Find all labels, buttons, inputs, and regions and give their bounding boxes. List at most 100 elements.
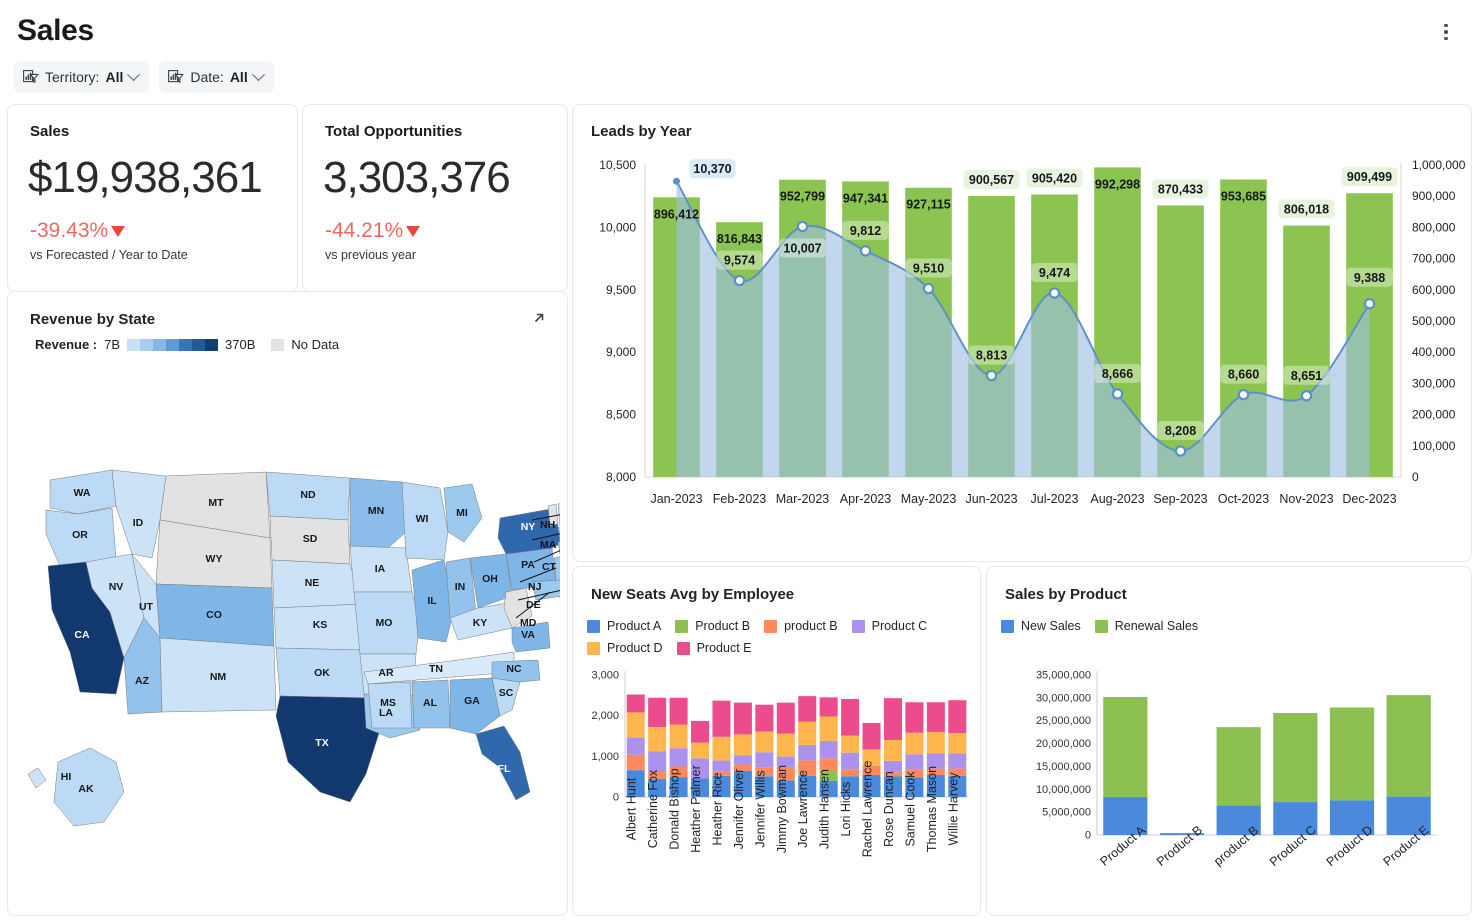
stacked-bar-segment[interactable] — [819, 697, 838, 717]
map-state-label-nj: NJ — [528, 581, 542, 593]
stacked-bar-segment[interactable] — [733, 755, 752, 765]
leads-line-marker[interactable] — [673, 177, 680, 185]
map-legend-nodata-swatch — [271, 338, 285, 351]
legend-item[interactable]: Product C — [851, 615, 927, 637]
stacked-bar-segment[interactable] — [948, 753, 967, 769]
stacked-bar-segment[interactable] — [1273, 712, 1318, 803]
stacked-bar-segment[interactable] — [1329, 707, 1375, 801]
leads-line-marker[interactable] — [1300, 390, 1313, 402]
stacked-bar-segment[interactable] — [776, 702, 795, 734]
stacked-bar-segment[interactable] — [798, 721, 817, 745]
stacked-bar-segment[interactable] — [648, 751, 667, 771]
map-state-tx[interactable] — [275, 695, 381, 803]
stacked-bar-segment[interactable] — [798, 744, 817, 761]
map-state-nh[interactable] — [557, 501, 569, 527]
legend-item[interactable]: New Sales — [1001, 615, 1081, 637]
stacked-bar-segment[interactable] — [862, 722, 881, 750]
stacked-bar-segment[interactable] — [883, 740, 902, 761]
legend-item[interactable]: Product D — [587, 637, 663, 659]
leads-line-marker[interactable] — [796, 220, 809, 233]
map-state-id[interactable] — [111, 469, 167, 559]
stacked-bar-segment[interactable] — [626, 712, 645, 738]
map-state-label-nh: NH — [540, 519, 555, 531]
stacked-bar-segment[interactable] — [926, 702, 945, 732]
stacked-bar-segment[interactable] — [1103, 696, 1148, 798]
kpi-card-total-opportunities[interactable]: Total Opportunities 3,303,376 -44.21% vs… — [302, 104, 568, 292]
stacked-bar-segment[interactable] — [819, 758, 838, 771]
stacked-bar-segment[interactable] — [948, 733, 967, 754]
stacked-bar-segment[interactable] — [883, 698, 902, 741]
stacked-bar-segment[interactable] — [841, 752, 860, 770]
stacked-bar-segment[interactable] — [905, 754, 924, 770]
leads-line-marker[interactable] — [1363, 298, 1376, 310]
leads-chart[interactable]: 8,000 8,500 9,000 9,500 10,000 10,500 0 100,000… — [573, 147, 1473, 557]
stacked-bar-segment[interactable] — [669, 748, 688, 767]
leads-line-label: 9,474 — [1039, 266, 1070, 280]
stacked-bar-segment[interactable] — [648, 727, 667, 752]
stacked-bar-segment[interactable] — [669, 724, 688, 749]
stacked-bar-segment[interactable] — [712, 700, 731, 737]
stacked-bar-segment[interactable] — [1386, 695, 1431, 797]
kpi-label-opportunities: Total Opportunities — [325, 123, 463, 140]
stacked-bar-segment[interactable] — [648, 697, 667, 728]
leads-line-marker[interactable] — [1174, 445, 1187, 457]
leads-line-marker[interactable] — [985, 369, 998, 382]
product-chart[interactable]: 0 5,000,000 10,000,000 15,000,000 20,000,000… — [987, 667, 1473, 912]
stacked-bar-segment[interactable] — [883, 760, 902, 773]
legend-item[interactable]: Renewal Sales — [1094, 615, 1199, 637]
legend-item[interactable]: Product E — [676, 637, 751, 659]
stacked-bar-segment[interactable] — [926, 731, 945, 754]
stacked-bar-segment[interactable] — [948, 700, 967, 734]
kebab-menu-icon[interactable] — [1437, 20, 1455, 44]
leads-line-marker[interactable] — [1111, 388, 1124, 400]
map-state-label-co: CO — [206, 609, 222, 621]
stacked-bar-segment[interactable] — [691, 742, 710, 759]
map-state-label-in: IN — [455, 581, 466, 593]
stacked-bar-segment[interactable] — [905, 702, 924, 733]
stacked-bar-segment[interactable] — [712, 736, 731, 761]
leads-line-marker[interactable] — [922, 282, 935, 295]
stacked-bar-segment[interactable] — [669, 697, 688, 725]
legend-label: Renewal Sales — [1114, 619, 1199, 633]
leads-line-marker[interactable] — [1237, 388, 1250, 401]
map-scale-swatch — [166, 338, 180, 351]
legend-item[interactable]: Product A — [587, 615, 661, 637]
map-state-label-nd: ND — [300, 489, 316, 501]
stacked-bar-segment[interactable] — [626, 694, 645, 713]
legend-item[interactable]: product B — [764, 615, 838, 637]
map-state-label-il: IL — [427, 595, 437, 607]
sales-by-product-card: Sales by Product New Sales Renewal Sales … — [986, 566, 1472, 916]
map-state-hi[interactable] — [27, 767, 47, 789]
stacked-bar-segment[interactable] — [733, 702, 752, 735]
filter-chip-date[interactable]: Date: All — [159, 61, 274, 93]
leads-line-marker[interactable] — [733, 274, 746, 287]
stacked-bar-segment[interactable] — [841, 698, 860, 736]
stacked-bar-segment[interactable] — [819, 716, 838, 741]
leads-line-marker[interactable] — [859, 245, 872, 257]
stacked-bar-segment[interactable] — [755, 704, 774, 732]
stacked-bar-segment[interactable] — [841, 735, 860, 753]
seats-chart[interactable]: 0 1,000 2,000 3,000 Albert Hunt Catherine Fox… — [573, 667, 982, 912]
legend-label: Product B — [695, 619, 751, 633]
legend-item[interactable]: Product B — [675, 615, 750, 637]
stacked-bar-segment[interactable] — [1216, 727, 1261, 806]
stacked-bar-segment[interactable] — [733, 734, 752, 756]
stacked-bar-segment[interactable] — [755, 731, 774, 753]
stacked-bar-segment[interactable] — [776, 733, 795, 757]
stacked-bar-segment[interactable] — [691, 720, 710, 743]
stacked-bar-segment[interactable] — [841, 769, 860, 777]
stacked-bar-segment[interactable] — [755, 752, 774, 768]
us-choropleth-map[interactable]: WA OR CA NV ID MT WY UT CO AZ NM ND SD NE KS OK TX MN IA MO… — [20, 462, 581, 902]
stacked-bar-segment[interactable] — [626, 754, 645, 771]
map-scale-swatch — [153, 338, 167, 351]
map-state-label-or: OR — [72, 529, 88, 541]
stacked-bar-segment[interactable] — [819, 740, 838, 759]
stacked-bar-segment[interactable] — [798, 696, 817, 722]
filter-chip-territory[interactable]: Territory: All — [14, 61, 150, 93]
kpi-card-sales[interactable]: Sales $19,938,361 -39.43% vs Forecasted … — [7, 104, 298, 292]
expand-arrow-icon[interactable] — [529, 308, 549, 328]
stacked-bar-segment[interactable] — [626, 737, 645, 755]
stacked-bar-segment[interactable] — [712, 760, 731, 772]
stacked-bar-segment[interactable] — [905, 732, 924, 755]
leads-line-marker[interactable] — [1048, 287, 1061, 299]
